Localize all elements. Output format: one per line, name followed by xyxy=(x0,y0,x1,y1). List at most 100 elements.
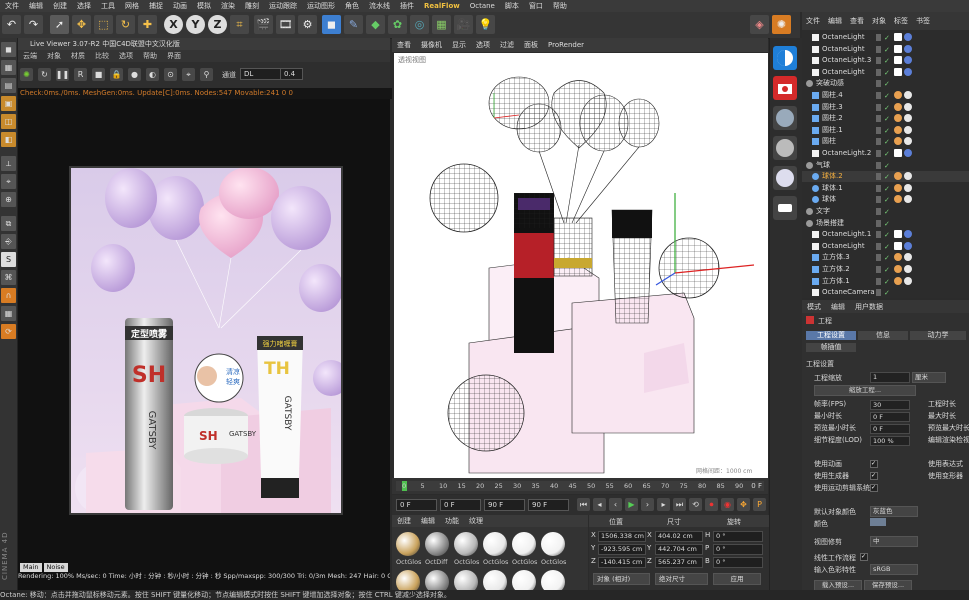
object-row[interactable]: 圆柱.3 ✓ xyxy=(802,102,969,113)
object-row[interactable]: 文字 ✓ xyxy=(802,206,969,217)
check-icon[interactable]: ✓ xyxy=(884,103,890,114)
menu-item-9[interactable]: 渲染 xyxy=(216,1,240,11)
material-menu-item-3[interactable]: 纹理 xyxy=(464,516,488,526)
start-frame-field[interactable]: 0 F xyxy=(396,499,437,511)
magnet-icon[interactable]: ∩ xyxy=(1,288,16,303)
object-row[interactable]: OctaneLight.2 ✓ xyxy=(802,148,969,159)
position-field[interactable]: -140.415 cm xyxy=(598,557,646,568)
object-row[interactable]: 气球 ✓ xyxy=(802,160,969,171)
object-row[interactable]: OctaneLight.3 ✓ xyxy=(802,55,969,66)
default-color-select[interactable]: 灰蓝色 xyxy=(870,506,918,517)
lv-menu-item-4[interactable]: 选项 xyxy=(114,51,138,61)
enable-axis-icon[interactable]: ⊕ xyxy=(1,192,16,207)
octane-glossy-icon[interactable] xyxy=(773,166,797,190)
menu-item-0[interactable]: 文件 xyxy=(0,1,24,11)
check-icon[interactable]: ✓ xyxy=(884,230,890,241)
object-row[interactable]: OctaneLight ✓ xyxy=(802,67,969,78)
goto-start-icon[interactable]: ⏮ xyxy=(577,498,590,511)
lv-menu-item-2[interactable]: 材质 xyxy=(66,51,90,61)
visibility-toggle-icon[interactable] xyxy=(876,184,881,192)
preview-end-field[interactable]: 90 F xyxy=(484,499,525,511)
render-picture-icon[interactable]: 🎞 xyxy=(276,15,295,34)
menu-item-13[interactable]: 角色 xyxy=(340,1,364,11)
menu-item-14[interactable]: 流水线 xyxy=(364,1,395,11)
light-icon[interactable]: 💡 xyxy=(476,15,495,34)
option-checkbox[interactable]: ✓ xyxy=(870,472,878,480)
rotation-field[interactable]: 0 ° xyxy=(713,557,763,568)
menu-item-8[interactable]: 模拟 xyxy=(192,1,216,11)
object-row[interactable]: 突破动感 ✓ xyxy=(802,78,969,89)
menu-item-6[interactable]: 捕捉 xyxy=(144,1,168,11)
check-icon[interactable]: ✓ xyxy=(884,184,890,195)
size-field[interactable]: 565.237 cm xyxy=(655,557,703,568)
check-icon[interactable]: ✓ xyxy=(884,137,890,148)
check-icon[interactable]: ✓ xyxy=(884,172,890,183)
axis-mode-icon[interactable]: ⟂ xyxy=(1,156,16,171)
octane-diffuse-icon[interactable] xyxy=(773,136,797,160)
tab-interpolation[interactable]: 帧插值 xyxy=(806,343,856,352)
check-icon[interactable]: ✓ xyxy=(884,79,890,90)
viewport-menu-item-6[interactable]: ProRender xyxy=(543,41,589,49)
object-row[interactable]: 立方体.1 ✓ xyxy=(802,276,969,287)
view-clip-select[interactable]: 中 xyxy=(870,536,918,547)
material-swatch[interactable] xyxy=(483,532,507,556)
loop-icon[interactable]: ⟲ xyxy=(689,498,702,511)
menu-item-20[interactable]: 帮助 xyxy=(548,1,572,11)
visibility-toggle-icon[interactable] xyxy=(876,45,881,53)
edges-mode-icon[interactable]: ◫ xyxy=(1,114,16,129)
size-mode-select[interactable]: 绝对尺寸 xyxy=(655,573,708,585)
menu-item-1[interactable]: 编辑 xyxy=(24,1,48,11)
visibility-toggle-icon[interactable] xyxy=(876,57,881,65)
visibility-toggle-icon[interactable] xyxy=(876,266,881,273)
menu-item-7[interactable]: 动画 xyxy=(168,1,192,11)
octane-material-icon[interactable] xyxy=(773,106,797,130)
om-menu-item-4[interactable]: 标签 xyxy=(890,16,912,26)
menu-item-11[interactable]: 运动跟踪 xyxy=(264,1,302,11)
move-tool-icon[interactable]: ✥ xyxy=(72,15,91,34)
deformer-icon[interactable]: ◎ xyxy=(410,15,429,34)
object-row[interactable]: OctaneLight ✓ xyxy=(802,32,969,43)
camera-icon[interactable]: 🎥 xyxy=(454,15,473,34)
viewport-menu-item-2[interactable]: 显示 xyxy=(447,40,471,50)
check-icon[interactable]: ✓ xyxy=(884,45,890,56)
am-menu-item-2[interactable]: 用户数据 xyxy=(850,302,888,312)
object-row[interactable]: 圆柱.2 ✓ xyxy=(802,113,969,124)
axis-y-button[interactable]: Y xyxy=(186,15,205,34)
next-frame-icon[interactable]: › xyxy=(641,498,654,511)
om-menu-item-0[interactable]: 文件 xyxy=(802,16,824,26)
add-tool-icon[interactable]: ✚ xyxy=(138,15,157,34)
object-row[interactable]: 场景搭建 ✓ xyxy=(802,218,969,229)
visibility-toggle-icon[interactable] xyxy=(876,173,881,181)
visibility-toggle-icon[interactable] xyxy=(876,242,881,250)
pin-icon[interactable]: ⚲ xyxy=(200,68,213,81)
material-swatch[interactable] xyxy=(454,532,478,556)
material-menu-item-2[interactable]: 功能 xyxy=(440,516,464,526)
prev-frame-icon[interactable]: ‹ xyxy=(609,498,622,511)
color-swatch[interactable] xyxy=(870,518,886,526)
option-checkbox[interactable]: ✓ xyxy=(870,460,878,468)
check-icon[interactable]: ✓ xyxy=(884,207,890,218)
subdivision-icon[interactable]: ◆ xyxy=(366,15,385,34)
material-menu-item-1[interactable]: 编辑 xyxy=(416,516,440,526)
object-row[interactable]: 圆柱.4 ✓ xyxy=(802,90,969,101)
region-render-icon[interactable]: R xyxy=(74,68,87,81)
material-swatch[interactable] xyxy=(396,532,420,556)
visibility-toggle-icon[interactable] xyxy=(876,196,881,204)
menu-item-2[interactable]: 创建 xyxy=(48,1,72,11)
viewport-menu-item-3[interactable]: 选项 xyxy=(471,40,495,50)
object-row[interactable]: 球体.1 ✓ xyxy=(802,183,969,194)
auto-key-icon[interactable]: ◉ xyxy=(721,498,734,511)
axis-z-button[interactable]: Z xyxy=(208,15,227,34)
input-color-select[interactable]: sRGB xyxy=(870,564,918,575)
tweak-mode-icon[interactable]: ⌖ xyxy=(1,174,16,189)
coord-mode-select[interactable]: 对象 (相对) xyxy=(593,573,650,585)
visibility-toggle-icon[interactable] xyxy=(876,219,881,227)
visibility-toggle-icon[interactable] xyxy=(876,161,881,169)
check-icon[interactable]: ✓ xyxy=(884,149,890,160)
object-row[interactable]: 立方体.3 ✓ xyxy=(802,252,969,263)
check-icon[interactable]: ✓ xyxy=(884,265,890,276)
soft-select-icon[interactable]: ⌘ xyxy=(1,270,16,285)
menu-item-4[interactable]: 工具 xyxy=(96,1,120,11)
check-icon[interactable]: ✓ xyxy=(884,253,890,264)
deform-icon[interactable]: ⟳ xyxy=(1,324,16,339)
